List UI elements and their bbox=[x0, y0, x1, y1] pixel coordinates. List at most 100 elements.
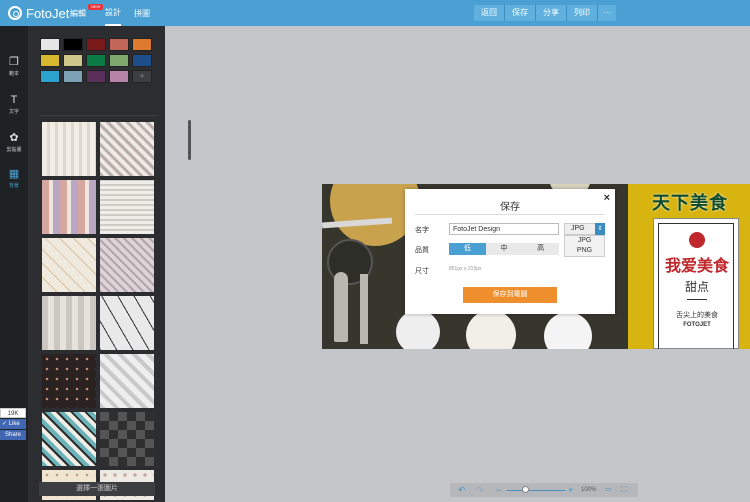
card-brand: FOTOJET bbox=[683, 322, 711, 328]
save-dialog: 保存 × 名字 JPG ⇕ JPG PNG 品質 低 中 高 尺寸 851px … bbox=[405, 189, 615, 314]
templates-icon: ❐ bbox=[9, 56, 19, 68]
format-dropdown: JPG PNG bbox=[564, 235, 605, 257]
nav-edit[interactable]: 編輯 bbox=[70, 0, 86, 26]
pattern-thumbnail[interactable] bbox=[42, 238, 96, 292]
salad-image bbox=[544, 312, 592, 349]
format-option-jpg[interactable]: JPG bbox=[565, 236, 604, 246]
close-icon[interactable]: × bbox=[604, 192, 610, 204]
pattern-thumbnail[interactable] bbox=[100, 296, 154, 350]
rail-templates[interactable]: ❐ 範本 bbox=[0, 50, 28, 84]
top-bar: FotoJet 編輯 NEW 設計 拼圖 返回 保存 分享 列印 ··· bbox=[0, 0, 750, 26]
rail-background-label: 背景 bbox=[8, 183, 19, 189]
zoom-out-icon[interactable]: − bbox=[496, 484, 501, 496]
quality-low-button[interactable]: 低 bbox=[449, 243, 486, 255]
zoom-in-icon[interactable]: + bbox=[568, 484, 573, 496]
divider bbox=[40, 115, 158, 116]
card-title: 我爱美食 bbox=[664, 256, 729, 275]
card-tagline: 舌尖上的美食 bbox=[676, 311, 718, 319]
pattern-thumbnail[interactable] bbox=[42, 296, 96, 350]
background-icon: ▦ bbox=[8, 168, 20, 180]
quality-toggle: 低 中 高 bbox=[449, 243, 559, 255]
redo-icon[interactable]: ↷ bbox=[476, 484, 484, 496]
color-swatch[interactable] bbox=[86, 54, 106, 67]
nav-collage[interactable]: 拼圖 bbox=[134, 0, 150, 26]
print-button[interactable]: 列印 bbox=[567, 5, 598, 21]
banner-panel: 天下美食 我爱美食 甜点 舌尖上的美食 FOTOJET bbox=[628, 184, 750, 349]
facebook-like-button[interactable]: ✓ Like bbox=[0, 419, 26, 429]
fit-screen-icon[interactable]: ▭ bbox=[605, 484, 612, 496]
rail-text[interactable]: T 文字 bbox=[0, 88, 28, 122]
format-option-png[interactable]: PNG bbox=[565, 246, 604, 256]
quality-label: 品質 bbox=[415, 247, 429, 254]
app-name: FotoJet bbox=[26, 5, 70, 21]
name-label: 名字 bbox=[415, 227, 429, 234]
card-divider bbox=[687, 299, 707, 300]
card-subtitle: 甜点 bbox=[684, 280, 709, 294]
pattern-thumbnail[interactable] bbox=[100, 238, 154, 292]
size-value: 851px x 315px bbox=[449, 266, 482, 272]
rail-background[interactable]: ▦ 背景 bbox=[0, 162, 28, 196]
color-swatch[interactable] bbox=[63, 38, 83, 51]
pattern-thumbnail[interactable] bbox=[42, 180, 96, 234]
card-logo-icon bbox=[689, 232, 705, 248]
save-toolbar-button[interactable]: 保存 bbox=[505, 5, 536, 21]
facebook-share-button[interactable]: Share bbox=[0, 430, 26, 440]
rail-clipart[interactable]: ✿ 剪貼畫 bbox=[0, 126, 28, 160]
color-swatches: + bbox=[40, 38, 158, 83]
dialog-title: 保存 bbox=[500, 202, 520, 213]
app-logo[interactable]: FotoJet bbox=[8, 5, 69, 21]
more-button[interactable]: ··· bbox=[598, 5, 616, 21]
fullscreen-icon[interactable]: ⛶ bbox=[621, 484, 627, 496]
quality-high-button[interactable]: 高 bbox=[522, 243, 559, 255]
color-swatch[interactable] bbox=[86, 70, 106, 83]
file-name-input[interactable] bbox=[449, 223, 559, 235]
color-swatch[interactable] bbox=[40, 54, 60, 67]
zoom-slider[interactable] bbox=[507, 490, 565, 491]
save-to-computer-button[interactable]: 保存到電腦 bbox=[463, 287, 557, 303]
pattern-thumbnail[interactable] bbox=[100, 122, 154, 176]
fotojet-logo-icon bbox=[8, 6, 22, 20]
color-swatch[interactable] bbox=[40, 70, 60, 83]
pattern-thumbnail[interactable] bbox=[42, 412, 96, 466]
background-panel: + bbox=[28, 26, 191, 502]
choose-image-button[interactable]: 選擇一張圖片 bbox=[39, 482, 155, 496]
color-swatch[interactable] bbox=[109, 38, 129, 51]
color-swatch[interactable] bbox=[109, 70, 129, 83]
undo-icon[interactable]: ↶ bbox=[458, 484, 466, 496]
size-label: 尺寸 bbox=[415, 268, 429, 275]
clipart-icon: ✿ bbox=[9, 132, 19, 144]
format-select[interactable]: JPG ⇕ bbox=[564, 223, 605, 235]
nav-design[interactable]: 設計 bbox=[105, 0, 121, 26]
add-color-button[interactable]: + bbox=[132, 70, 152, 83]
color-swatch[interactable] bbox=[40, 38, 60, 51]
pattern-thumbnail[interactable] bbox=[100, 354, 154, 408]
zoom-percent: 100% bbox=[581, 487, 597, 493]
pattern-grid bbox=[42, 122, 156, 500]
color-swatch[interactable] bbox=[63, 70, 83, 83]
color-swatch[interactable] bbox=[86, 38, 106, 51]
menu-card: 我爱美食 甜点 舌尖上的美食 FOTOJET bbox=[653, 218, 739, 349]
toolbar: 返回 保存 分享 列印 ··· bbox=[474, 5, 616, 21]
zoom-bar: ↶ ↷ − + 100% ▭ ⛶ bbox=[450, 483, 638, 497]
select-arrows-icon: ⇕ bbox=[595, 223, 605, 235]
like-count: 19K bbox=[0, 408, 26, 418]
fork-image bbox=[360, 274, 368, 344]
format-selected: JPG bbox=[571, 225, 585, 232]
spoon-image bbox=[334, 272, 348, 342]
zoom-slider-handle[interactable] bbox=[522, 486, 529, 493]
color-swatch[interactable] bbox=[132, 38, 152, 51]
back-button[interactable]: 返回 bbox=[474, 5, 505, 21]
color-swatch[interactable] bbox=[63, 54, 83, 67]
pattern-thumbnail[interactable] bbox=[100, 412, 154, 466]
text-icon: T bbox=[10, 94, 18, 106]
pattern-thumbnail[interactable] bbox=[42, 122, 96, 176]
color-swatch[interactable] bbox=[132, 54, 152, 67]
panel-scrollbar[interactable] bbox=[188, 120, 191, 160]
color-swatch[interactable] bbox=[109, 54, 129, 67]
pattern-thumbnail[interactable] bbox=[100, 180, 154, 234]
share-button[interactable]: 分享 bbox=[536, 5, 567, 21]
quality-medium-button[interactable]: 中 bbox=[486, 243, 523, 255]
bowl-image bbox=[396, 310, 440, 349]
new-badge: NEW bbox=[88, 4, 104, 10]
pattern-thumbnail[interactable] bbox=[42, 354, 96, 408]
